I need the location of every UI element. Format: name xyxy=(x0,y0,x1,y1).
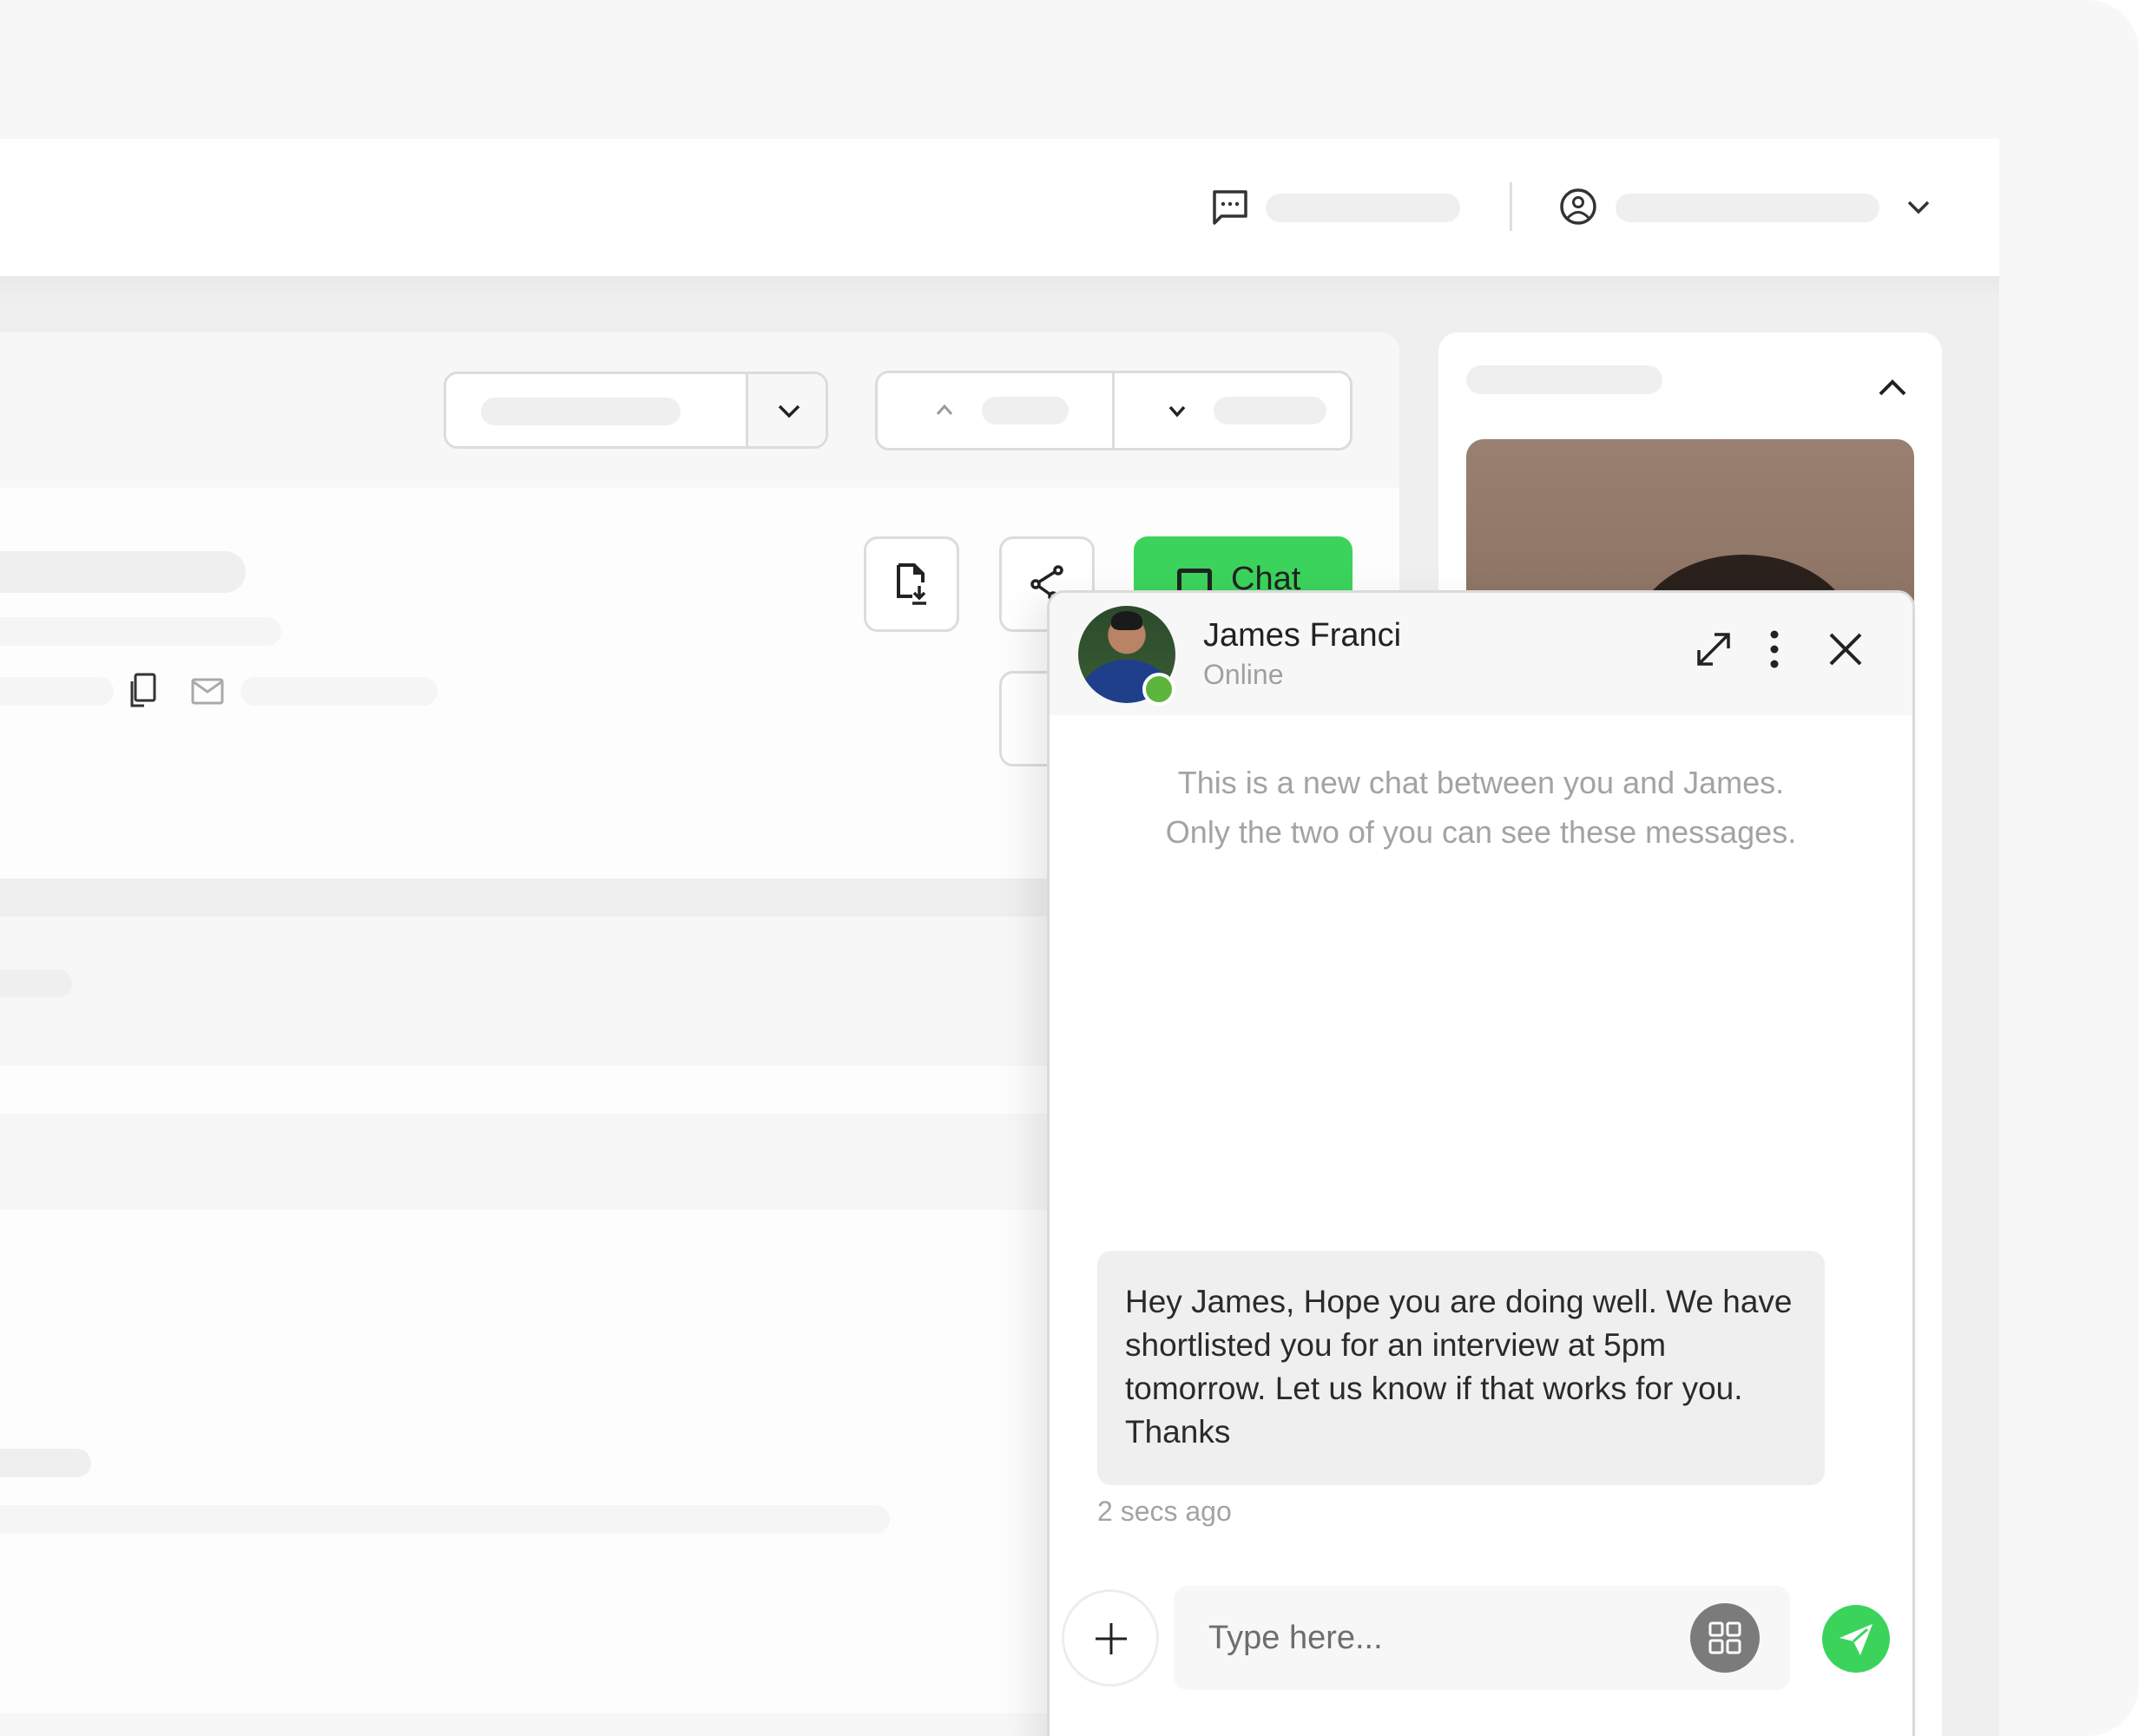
plus-icon xyxy=(1094,1621,1129,1656)
more-vertical-icon[interactable] xyxy=(1761,628,1787,671)
file-download-icon xyxy=(895,563,931,607)
sort-desc-placeholder xyxy=(1214,397,1326,424)
message-input-container xyxy=(1174,1586,1790,1690)
header-divider xyxy=(1510,182,1512,231)
sort-divider xyxy=(1112,373,1115,448)
message-timestamp: 2 secs ago xyxy=(1097,1496,1232,1527)
apps-button[interactable] xyxy=(1690,1603,1760,1673)
close-icon[interactable] xyxy=(1826,629,1866,669)
contact-placeholder xyxy=(0,677,114,706)
email-placeholder xyxy=(240,677,438,706)
profile-name-placeholder[interactable] xyxy=(1616,194,1879,222)
sort-control[interactable] xyxy=(875,371,1353,450)
messages-label-placeholder[interactable] xyxy=(1266,194,1460,222)
field-label-placeholder xyxy=(0,1449,91,1477)
chevron-up-icon[interactable] xyxy=(1875,375,1910,399)
chat-window: James Franci Online This is a new chat b… xyxy=(1047,590,1915,1736)
subtitle-placeholder xyxy=(0,617,281,646)
top-header xyxy=(0,139,1999,276)
online-status-dot xyxy=(1142,673,1175,706)
sort-asc-placeholder xyxy=(982,397,1069,424)
intro-line-2: Only the two of you can see these messag… xyxy=(1165,814,1797,850)
mail-icon[interactable] xyxy=(191,678,226,706)
contact-status: Online xyxy=(1203,659,1284,690)
send-button[interactable] xyxy=(1822,1605,1890,1673)
chevron-down-icon[interactable] xyxy=(1164,398,1190,424)
message-bubble: Hey James, Hope you are doing well. We h… xyxy=(1097,1251,1825,1485)
user-circle-icon[interactable] xyxy=(1559,187,1597,226)
grid-icon xyxy=(1708,1621,1742,1655)
dropdown-value-placeholder xyxy=(481,398,681,425)
contact-name: James Franci xyxy=(1203,617,1402,654)
chevron-down-icon[interactable] xyxy=(774,397,804,426)
row-label-placeholder xyxy=(0,970,72,997)
download-button[interactable] xyxy=(864,536,959,632)
message-input[interactable] xyxy=(1208,1612,1677,1664)
filter-dropdown[interactable] xyxy=(444,372,828,449)
copy-icon[interactable] xyxy=(128,673,160,709)
chat-bubble-dots-icon[interactable] xyxy=(1211,188,1249,227)
side-panel-title-placeholder xyxy=(1466,365,1662,394)
field-value-placeholder xyxy=(0,1505,890,1534)
title-placeholder xyxy=(0,551,246,593)
send-icon xyxy=(1836,1619,1876,1659)
filter-toolbar xyxy=(0,332,1399,488)
app-frame: Chat James Franci Online This is a new c… xyxy=(0,0,2139,1736)
chat-header: James Franci Online xyxy=(1050,593,1912,715)
chat-intro: This is a new chat between you and James… xyxy=(1050,758,1912,857)
chevron-up-icon[interactable] xyxy=(931,398,958,424)
expand-arrows-icon[interactable] xyxy=(1692,628,1735,671)
attach-button[interactable] xyxy=(1062,1589,1159,1687)
intro-line-1: This is a new chat between you and James… xyxy=(1177,765,1785,800)
chevron-down-icon[interactable] xyxy=(1905,194,1932,220)
